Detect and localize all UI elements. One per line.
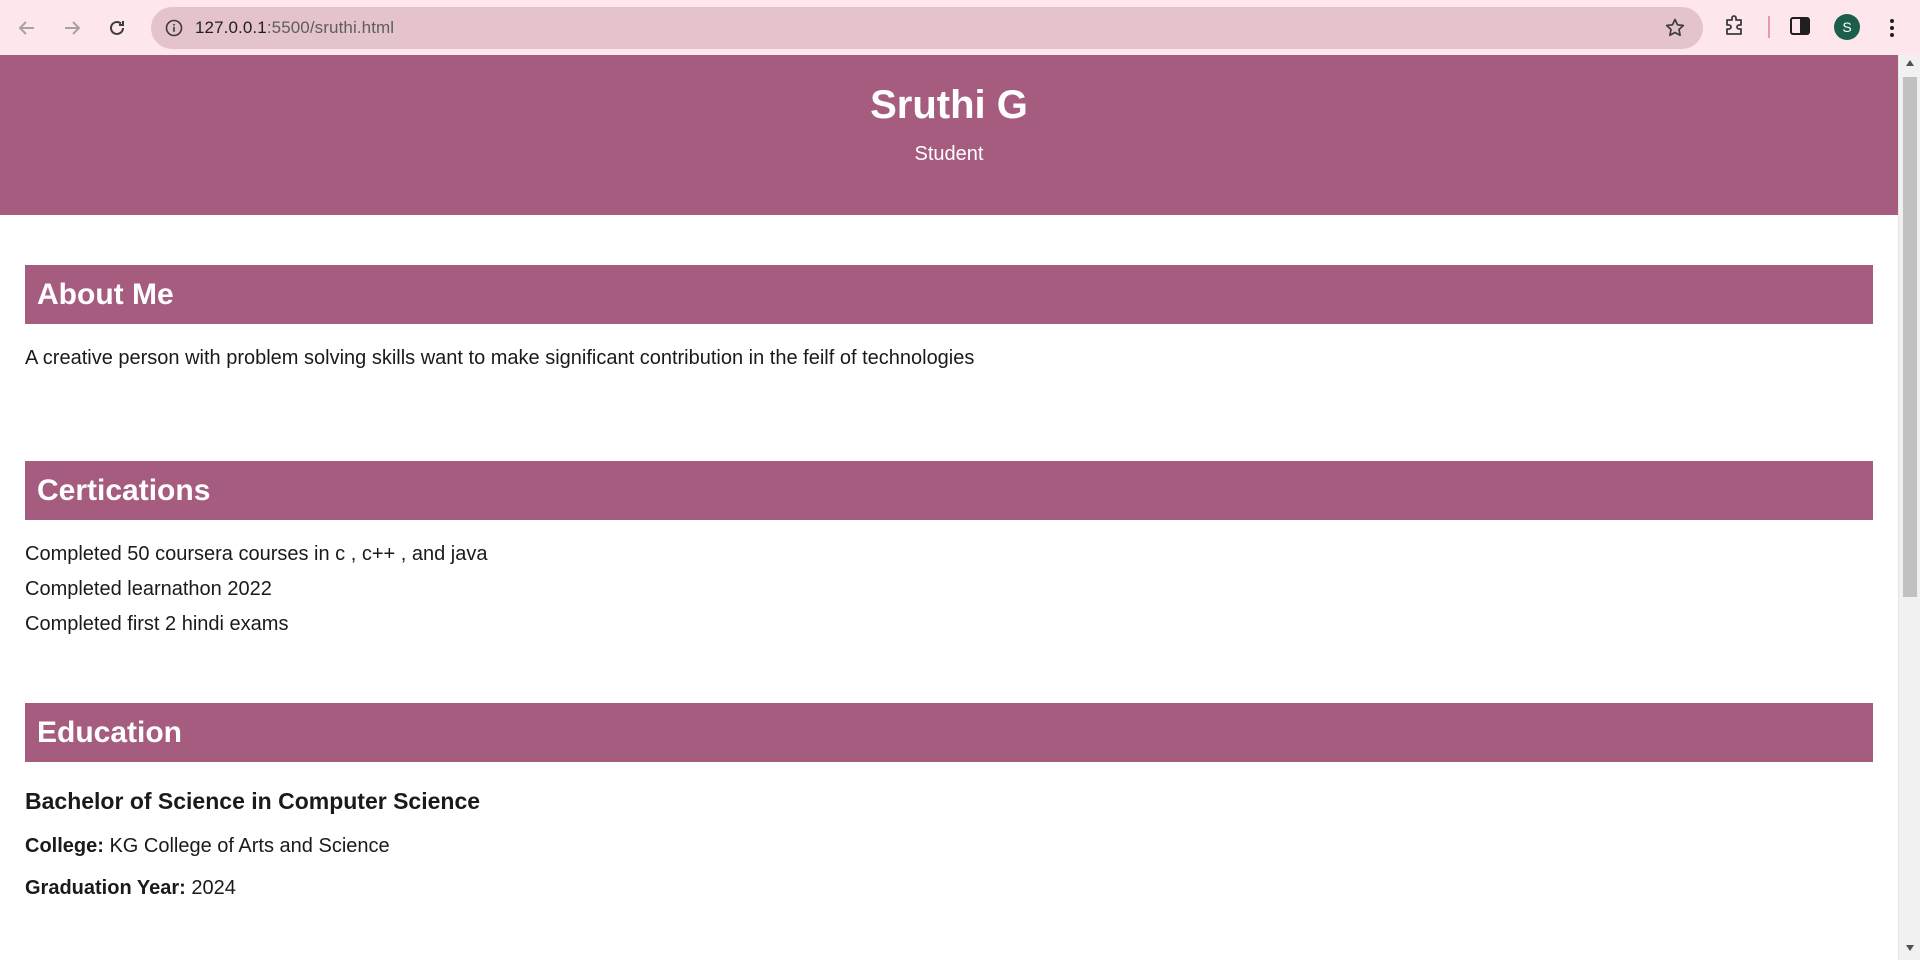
scrollbar-thumb[interactable] [1903, 77, 1917, 597]
certifications-list: Completed 50 coursera courses in c , c++… [25, 542, 1873, 636]
person-name: Sruthi G [870, 83, 1028, 127]
list-item: Completed learnathon 2022 [25, 578, 272, 600]
reload-icon [110, 20, 124, 35]
page-header: Sruthi G Student [0, 55, 1898, 215]
degree-title: Bachelor of Science in Computer Science [25, 788, 481, 814]
list-item: Completed first 2 hindi exams [25, 613, 289, 635]
person-role: Student [914, 143, 984, 165]
side-panel-icon[interactable] [1789, 15, 1813, 39]
scroll-down-arrow-icon[interactable] [1899, 944, 1920, 958]
page-viewport: Sruthi G Student About Me A creative per… [0, 55, 1898, 960]
education-section: Education Bachelor of Science in Compute… [25, 703, 1873, 900]
reload-button[interactable] [97, 8, 137, 48]
url-path: :5500/sruthi.html [266, 18, 395, 37]
browser-toolbar: 127.0.0.1:5500/sruthi.html S [0, 0, 1920, 55]
about-section: About Me A creative person with problem … [25, 265, 1873, 370]
list-item: Completed 50 coursera courses in c , c++… [25, 543, 488, 565]
forward-button[interactable] [52, 8, 92, 48]
kebab-menu-icon[interactable] [1880, 14, 1904, 42]
url-text[interactable]: 127.0.0.1:5500/sruthi.html [195, 18, 394, 38]
back-arrow-icon [18, 20, 34, 35]
section-title-about: About Me [25, 265, 1873, 324]
certifications-section: Certications Completed 50 coursera cours… [25, 461, 1873, 636]
about-text: A creative person with problem solving s… [25, 347, 975, 369]
site-info-icon[interactable] [161, 15, 187, 41]
graduation-year-line: Graduation Year: 2024 [25, 876, 1873, 900]
back-button[interactable] [7, 8, 47, 48]
profile-initial: S [1842, 19, 1852, 35]
profile-avatar[interactable]: S [1834, 14, 1860, 40]
vertical-scrollbar[interactable] [1898, 55, 1920, 960]
toolbar-separator [1768, 16, 1770, 38]
college-label: College: [25, 835, 104, 857]
url-host: 127.0.0.1 [195, 18, 267, 37]
forward-arrow-icon [65, 20, 81, 35]
graduation-year-value: 2024 [191, 877, 236, 899]
college-value: KG College of Arts and Science [109, 835, 390, 857]
graduation-year-label: Graduation Year: [25, 877, 186, 899]
college-line: College: KG College of Arts and Science [25, 834, 1873, 858]
section-title-education: Education [25, 703, 1873, 762]
address-bar[interactable]: 127.0.0.1:5500/sruthi.html [151, 7, 1703, 49]
section-title-certifications: Certications [25, 461, 1873, 520]
star-icon[interactable] [1663, 16, 1687, 40]
scroll-up-arrow-icon[interactable] [1899, 59, 1920, 73]
extensions-icon[interactable] [1722, 12, 1750, 42]
